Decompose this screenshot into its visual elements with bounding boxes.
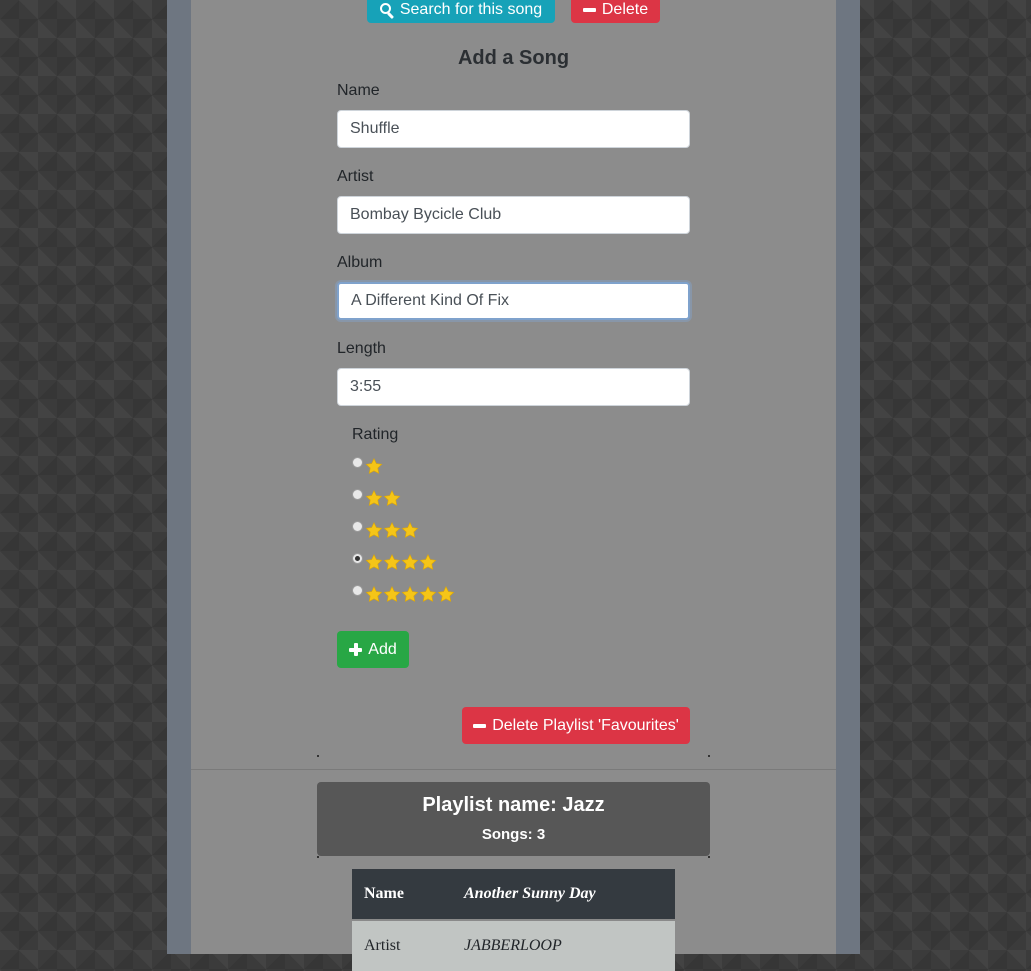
plus-icon (349, 643, 363, 656)
rating-radio[interactable] (352, 520, 363, 532)
rating-option-1[interactable] (352, 456, 383, 475)
artist-label: Artist (337, 168, 374, 185)
playlist-name: Playlist name: Jazz (422, 794, 605, 816)
song-name-value: Another Sunny Day (452, 869, 675, 920)
playlist-song-count: Songs: 3 (481, 826, 546, 843)
rating-label: Rating (352, 426, 399, 443)
star-icon (383, 490, 401, 506)
star-icon (437, 586, 455, 602)
table-row: Artist JABBERLOOP (352, 919, 675, 971)
corner-dot (317, 755, 319, 757)
corner-dot (708, 856, 710, 858)
star-icon (365, 586, 383, 602)
album-label: Album (337, 254, 383, 271)
length-input[interactable] (337, 368, 690, 406)
playlist-header: Playlist name: Jazz Songs: 3 (317, 782, 710, 856)
star-icon (401, 522, 419, 538)
delete-song-button[interactable]: Delete (571, 0, 660, 23)
length-label: Length (337, 340, 386, 357)
artist-header: Artist (352, 919, 452, 971)
artist-input[interactable] (337, 196, 690, 234)
rating-radio[interactable] (352, 552, 363, 564)
form-title: Add a Song (457, 47, 570, 69)
rating-radio[interactable] (352, 584, 363, 596)
table-row: Name Another Sunny Day (352, 869, 675, 920)
star-icon (365, 458, 383, 474)
search-song-label: Search for this song (399, 1, 543, 18)
add-song-button[interactable]: Add (337, 631, 409, 668)
minus-icon (582, 8, 596, 12)
rating-option-4[interactable] (352, 552, 437, 571)
rating-radio[interactable] (352, 488, 363, 500)
star-icon (383, 522, 401, 538)
delete-song-label: Delete (601, 1, 649, 18)
album-input[interactable] (337, 282, 690, 320)
name-header: Name (352, 869, 452, 920)
search-song-button[interactable]: Search for this song (367, 0, 555, 23)
delete-playlist-label: Delete Playlist 'Favourites' (492, 716, 679, 734)
rating-option-5[interactable] (352, 584, 455, 603)
star-icon (419, 586, 437, 602)
star-icon (419, 554, 437, 570)
star-icon (365, 490, 383, 506)
rating-option-2[interactable] (352, 488, 401, 507)
minus-icon (473, 723, 487, 728)
name-label: Name (337, 82, 380, 99)
star-icon (383, 554, 401, 570)
section-divider (191, 769, 836, 770)
corner-dot (317, 856, 319, 858)
song-artist-value: JABBERLOOP (452, 919, 675, 971)
rating-radio[interactable] (352, 456, 363, 468)
add-song-label: Add (368, 640, 397, 658)
name-input[interactable] (337, 110, 690, 148)
rating-option-3[interactable] (352, 520, 419, 539)
search-icon (379, 3, 394, 17)
star-icon (401, 586, 419, 602)
corner-dot (708, 755, 710, 757)
song-table: Name Another Sunny Day Artist JABBERLOOP (352, 869, 675, 971)
delete-playlist-button[interactable]: Delete Playlist 'Favourites' (462, 707, 690, 744)
star-icon (365, 522, 383, 538)
star-icon (383, 586, 401, 602)
star-icon (365, 554, 383, 570)
star-icon (401, 554, 419, 570)
